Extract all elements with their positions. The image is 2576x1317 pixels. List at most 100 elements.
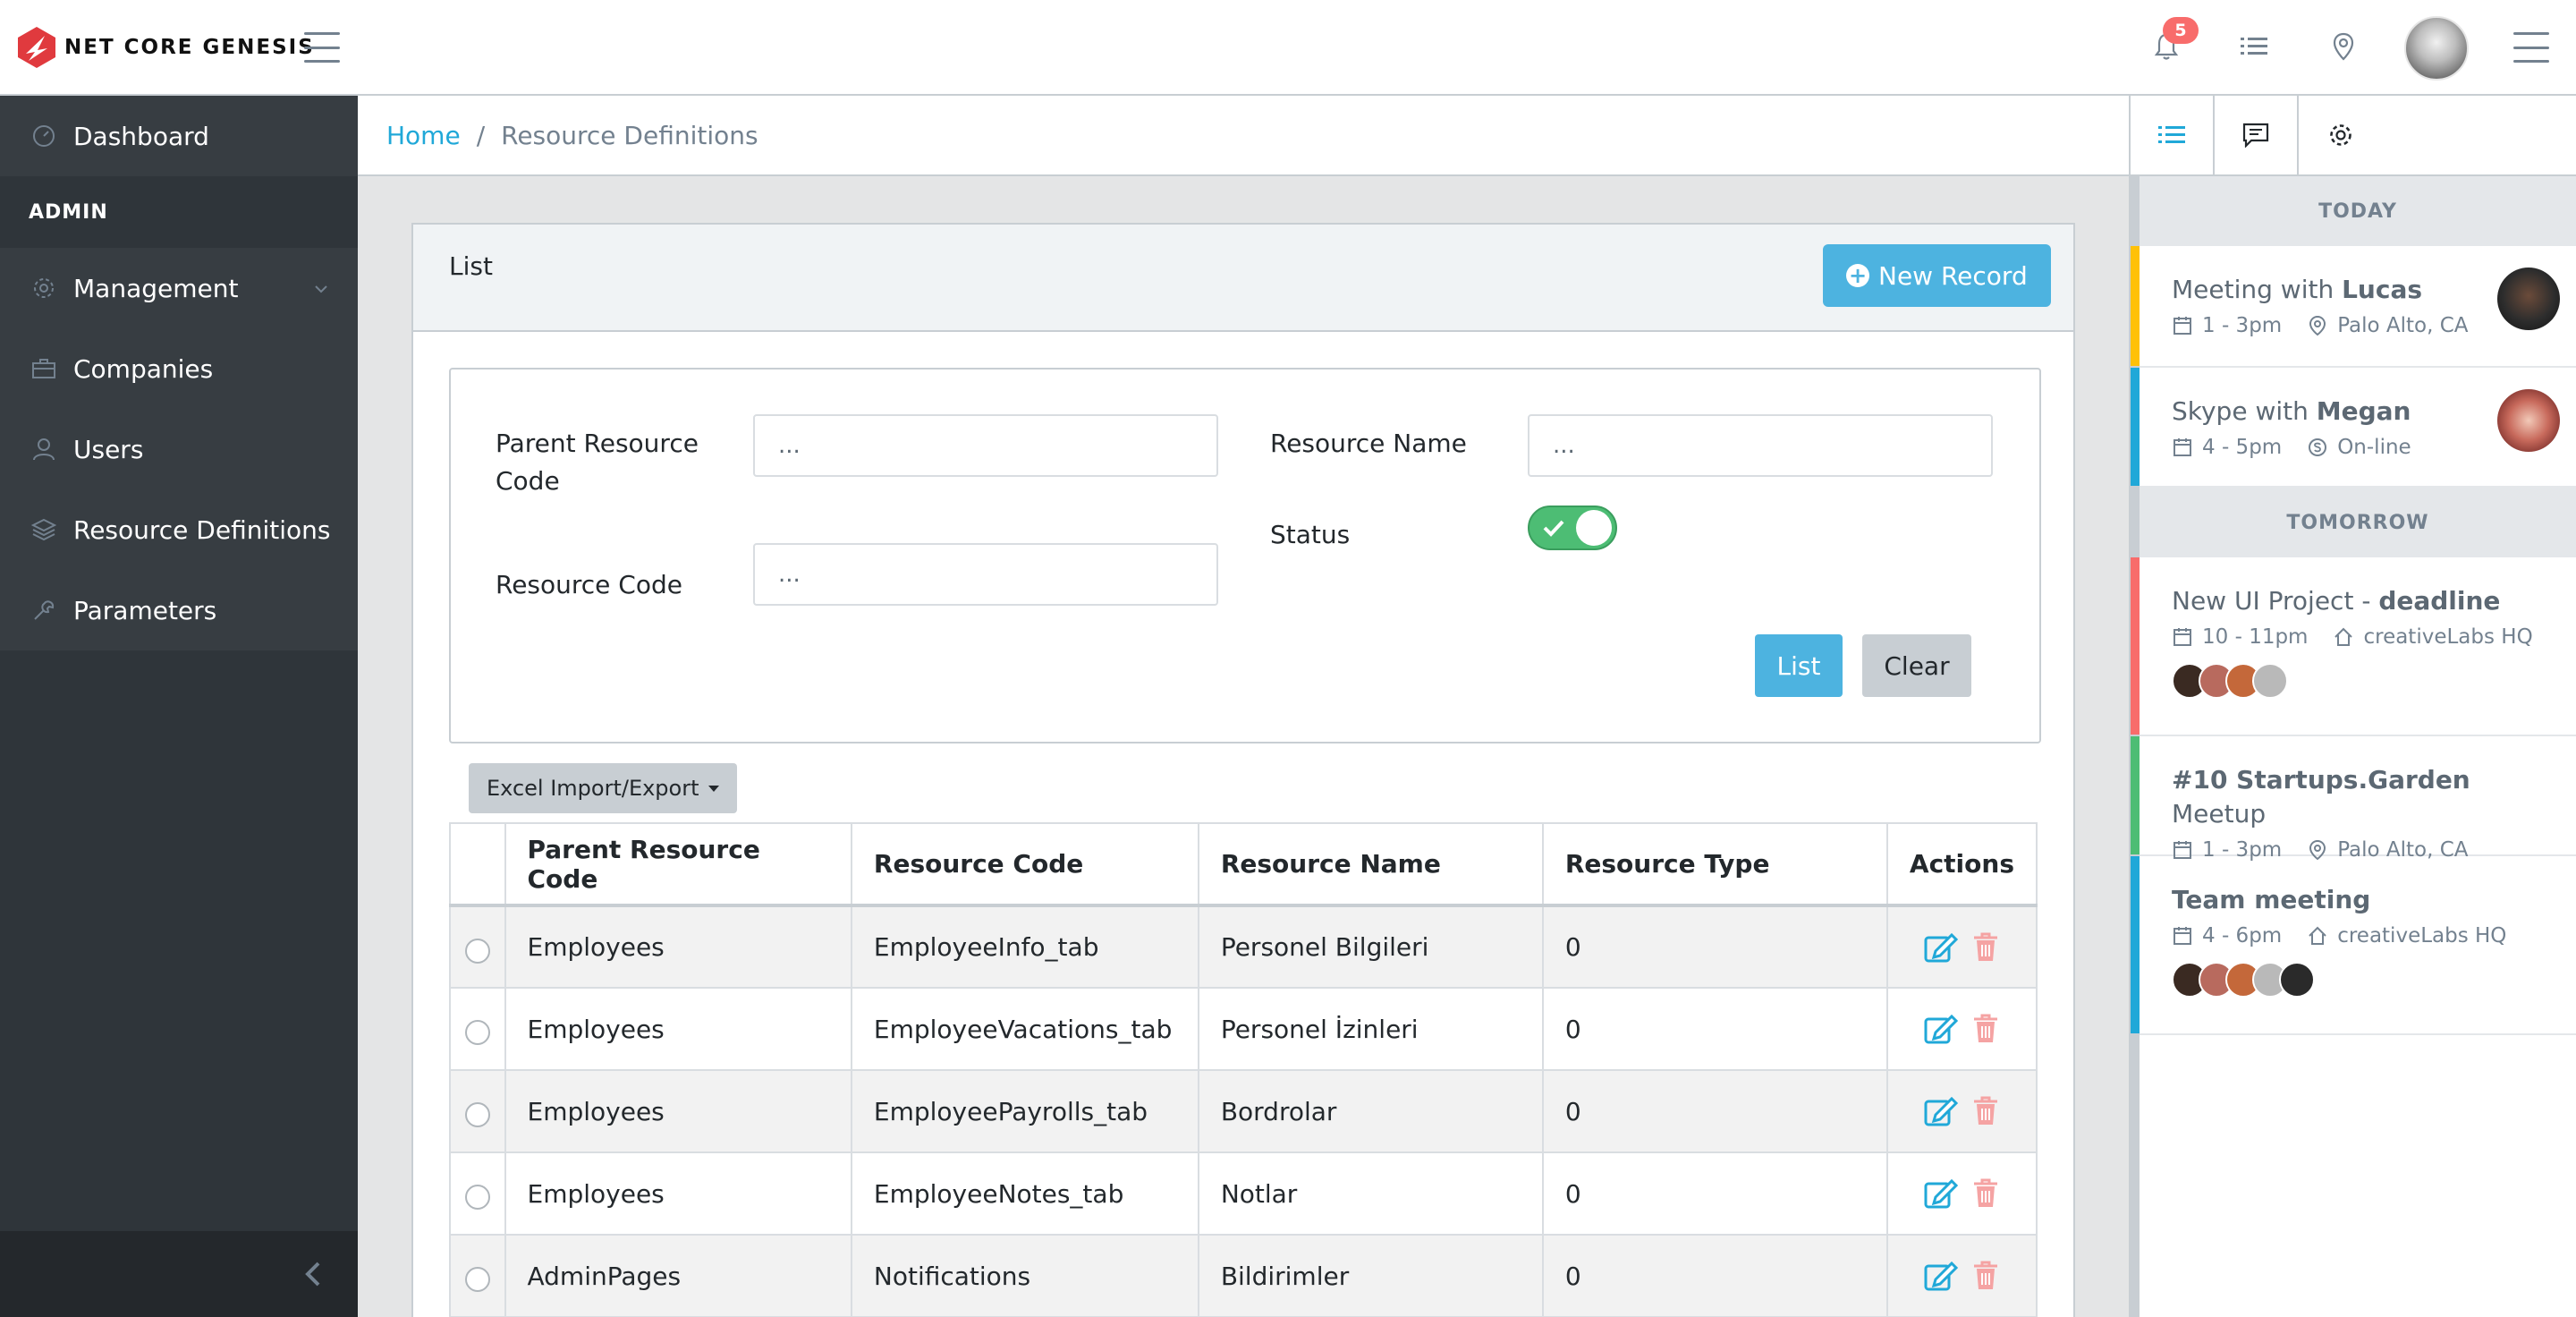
sidebar-item-resource-definitions[interactable]: Resource Definitions <box>0 489 358 570</box>
breadcrumb-home-link[interactable]: Home <box>386 121 461 150</box>
list-button[interactable]: List <box>1755 634 1843 697</box>
sidebar-item-parameters[interactable]: Parameters <box>0 570 358 650</box>
event-color-bar <box>2131 368 2140 486</box>
trash-icon[interactable] <box>1971 1095 2000 1127</box>
card-title: List <box>449 251 493 281</box>
parent-resource-code-label-line1: Parent Resource <box>496 429 699 458</box>
today-section-title: TODAY <box>2140 176 2576 246</box>
event-title-text: Skype with <box>2172 396 2317 426</box>
row-select-radio[interactable] <box>464 1102 490 1127</box>
table-header-row: Parent Resource Code Resource Code Resou… <box>449 822 2038 907</box>
breadcrumb-current: Resource Definitions <box>501 120 758 150</box>
event-item[interactable]: #10 Startups.Garden Meetup 1 - 3pm Palo … <box>2131 736 2576 862</box>
trash-icon[interactable] <box>1971 1013 2000 1045</box>
sidebar-toggle-button[interactable] <box>304 32 340 63</box>
event-color-bar <box>2131 557 2140 735</box>
table-row[interactable]: Employees EmployeeInfo_tab Personel Bilgil… <box>449 905 2038 989</box>
column-header-resource-type[interactable]: Resource Type <box>1541 822 1888 907</box>
calendar-icon <box>2174 317 2191 335</box>
event-item[interactable]: New UI Project - deadline 10 - 11pm crea… <box>2131 557 2576 736</box>
resource-name-cell: Personel İzinleri <box>1197 987 1544 1071</box>
event-place: On-line <box>2337 436 2411 459</box>
new-record-button[interactable]: + New Record <box>1823 244 2051 307</box>
avatar <box>2497 389 2560 452</box>
tomorrow-section-title: TOMORROW <box>2140 488 2576 557</box>
skype-icon <box>2309 438 2327 456</box>
column-header-resource-code[interactable]: Resource Code <box>850 822 1199 907</box>
edit-icon[interactable] <box>1923 1177 1959 1210</box>
sidebar-nav: Dashboard ADMIN Management Companies Use… <box>0 96 358 650</box>
table-row[interactable]: Employees EmployeePayrolls_tab Bordrolar 0 <box>449 1069 2038 1153</box>
sidebar-item-dashboard[interactable]: Dashboard <box>0 96 358 176</box>
event-item[interactable]: Skype with Megan 4 - 5pm On-line <box>2131 368 2576 488</box>
event-item[interactable]: Team meeting 4 - 6pm creativeLabs HQ <box>2131 856 2576 1035</box>
sidebar-minimizer[interactable] <box>0 1231 358 1317</box>
breadcrumb: Home / Resource Definitions <box>358 96 2129 176</box>
aside-toggle-button[interactable] <box>2513 32 2549 63</box>
trash-icon[interactable] <box>1971 931 2000 964</box>
trash-icon[interactable] <box>1971 1260 2000 1292</box>
speech-icon <box>2242 123 2269 148</box>
event-time: 4 - 5pm <box>2202 436 2283 459</box>
user-avatar[interactable] <box>2404 16 2469 81</box>
parent-resource-code-input[interactable]: ... <box>753 414 1218 477</box>
sidebar-item-users[interactable]: Users <box>0 409 358 489</box>
briefcase-icon <box>29 353 59 384</box>
column-header-resource-name[interactable]: Resource Name <box>1197 822 1544 907</box>
row-select-radio[interactable] <box>464 938 490 964</box>
card-header: List + New Record <box>413 225 2073 332</box>
location-button[interactable] <box>2324 27 2363 66</box>
resource-code-input[interactable]: ... <box>753 543 1218 606</box>
brand-logo[interactable]: NET CORE GENESIS <box>18 27 315 68</box>
event-time: 4 - 6pm <box>2202 924 2283 947</box>
event-title-bold: Team meeting <box>2172 885 2371 914</box>
wrench-icon <box>29 595 59 625</box>
tab-timeline[interactable] <box>2131 96 2215 174</box>
column-header-parent-resource-code[interactable]: Parent Resource Code <box>504 822 852 907</box>
parent-resource-code-label-line2: Code <box>496 466 560 496</box>
resource-code-label: Resource Code <box>496 570 682 599</box>
event-title-text: Meetup <box>2172 799 2267 828</box>
table-row[interactable]: AdminPages Notifications Bildirimler 0 <box>449 1234 2038 1317</box>
event-item[interactable]: Meeting with Lucas 1 - 3pm Palo Alto, CA <box>2131 246 2576 368</box>
edit-icon[interactable] <box>1923 1013 1959 1045</box>
event-color-bar <box>2131 246 2140 366</box>
row-select-radio[interactable] <box>464 1020 490 1045</box>
trash-icon[interactable] <box>1971 1177 2000 1210</box>
table-row[interactable]: Employees EmployeeVacations_tab Personel İ… <box>449 987 2038 1071</box>
excel-import-export-dropdown[interactable]: Excel Import/Export <box>469 763 737 813</box>
excel-button-label: Excel Import/Export <box>487 776 699 801</box>
resource-name-input[interactable]: ... <box>1528 414 1993 477</box>
table-row[interactable]: Employees EmployeeNotes_tab Notlar 0 <box>449 1151 2038 1236</box>
event-meta: 4 - 5pm On-line <box>2172 436 2558 459</box>
attendee-avatars <box>2172 663 2558 699</box>
status-toggle[interactable] <box>1528 506 1617 550</box>
edit-icon[interactable] <box>1923 931 1959 964</box>
notifications-badge: 5 <box>2163 17 2199 44</box>
event-place: creativeLabs HQ <box>2363 625 2533 649</box>
resource-code-cell: EmployeePayrolls_tab <box>850 1069 1199 1153</box>
tab-settings[interactable] <box>2299 96 2383 174</box>
row-select-radio[interactable] <box>464 1185 490 1210</box>
row-select-cell <box>449 1069 506 1153</box>
tab-messages[interactable] <box>2215 96 2299 174</box>
tasks-button[interactable] <box>2234 27 2274 66</box>
actions-cell <box>1885 1069 2038 1153</box>
user-icon <box>29 434 59 464</box>
event-meta: 1 - 3pm Palo Alto, CA <box>2172 314 2558 337</box>
sidebar-item-companies[interactable]: Companies <box>0 328 358 409</box>
clear-button[interactable]: Clear <box>1862 634 1971 697</box>
resource-type-cell: 0 <box>1541 1069 1888 1153</box>
avatar <box>2497 268 2560 330</box>
resource-name-cell: Personel Bilgileri <box>1197 905 1544 989</box>
row-select-cell <box>449 987 506 1071</box>
event-title-bold: Lucas <box>2342 275 2423 304</box>
parent-resource-code-label: Parent Resource Code <box>496 425 699 500</box>
edit-icon[interactable] <box>1923 1095 1959 1127</box>
select-column-header <box>449 822 506 907</box>
edit-icon[interactable] <box>1923 1260 1959 1292</box>
sidebar-item-management[interactable]: Management <box>0 248 358 328</box>
sidebar-item-label: Dashboard <box>73 121 209 151</box>
resource-table: Parent Resource Code Resource Code Resou… <box>449 822 2038 1317</box>
row-select-radio[interactable] <box>464 1267 490 1292</box>
